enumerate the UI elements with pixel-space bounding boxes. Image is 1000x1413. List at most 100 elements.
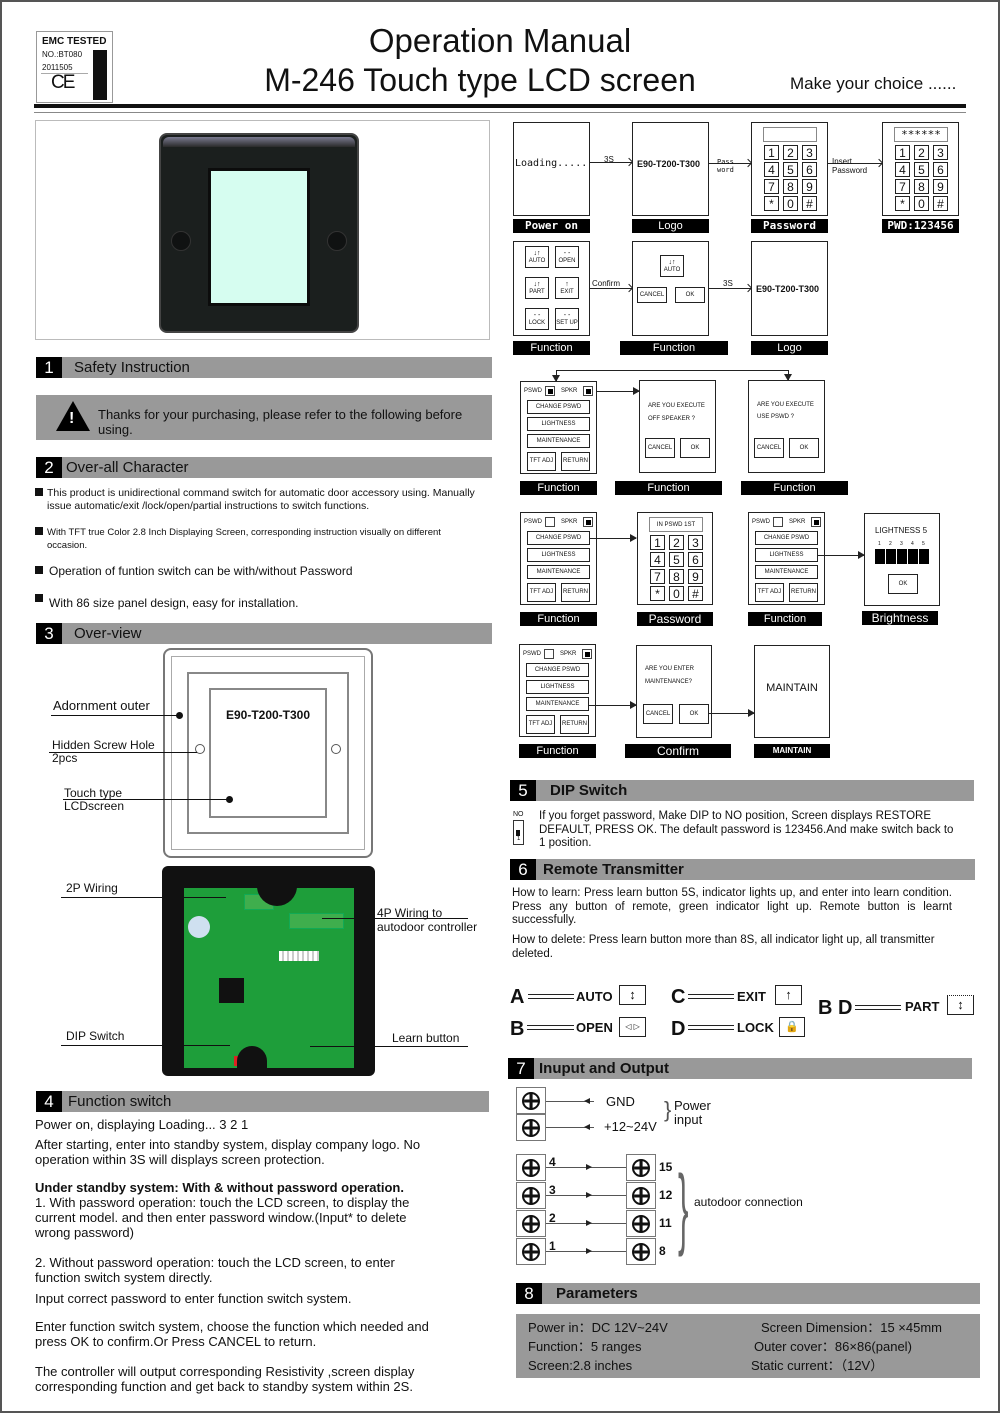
level-segment[interactable] xyxy=(897,549,908,564)
arrow-label: 3S xyxy=(604,155,614,164)
part-button[interactable]: ↓↑ PART xyxy=(525,277,549,299)
keypad-key[interactable]: 3 xyxy=(802,145,817,160)
lightness-slider[interactable]: 1 2 3 4 5 xyxy=(875,541,930,565)
ok-button[interactable]: OK xyxy=(679,704,709,724)
password-prompt[interactable]: IN PSWD 1ST xyxy=(649,517,703,532)
section-number: 6 xyxy=(510,859,536,880)
return-button[interactable]: RETURN xyxy=(560,715,589,734)
keypad-key[interactable]: 9 xyxy=(688,569,703,584)
password-field[interactable] xyxy=(763,127,817,142)
keypad-key[interactable]: * xyxy=(895,196,910,211)
keypad-key[interactable]: 1 xyxy=(650,535,665,550)
keypad-key[interactable]: 7 xyxy=(895,179,910,194)
spkr-label: SPKR xyxy=(561,388,578,394)
level-segment[interactable] xyxy=(919,549,930,564)
tft-adj-button[interactable]: TFT ADJ xyxy=(527,583,556,602)
keypad-key[interactable]: 1 xyxy=(895,145,910,160)
return-button[interactable]: RETURN xyxy=(561,452,590,471)
change-pswd-button[interactable]: CHANGE PSWD xyxy=(527,531,590,545)
keypad-key[interactable]: 3 xyxy=(688,535,703,550)
exit-button[interactable]: ↑ EXIT xyxy=(555,277,579,299)
lock-button[interactable]: - - LOCK xyxy=(525,308,549,330)
keypad-key[interactable]: 2 xyxy=(914,145,929,160)
ok-button[interactable]: OK xyxy=(888,574,918,594)
ok-button[interactable]: OK xyxy=(789,438,819,458)
keypad-key[interactable]: 7 xyxy=(650,569,665,584)
pswd-checkbox[interactable] xyxy=(545,386,555,396)
ok-button[interactable]: OK xyxy=(675,287,705,303)
tft-adj-button[interactable]: TFT ADJ xyxy=(527,452,556,471)
keypad-key[interactable]: 4 xyxy=(764,162,779,177)
keypad-key[interactable]: 9 xyxy=(933,179,948,194)
change-pswd-button[interactable]: CHANGE PSWD xyxy=(526,663,589,677)
cancel-button[interactable]: CANCEL xyxy=(645,438,675,458)
tft-adj-button[interactable]: TFT ADJ xyxy=(526,715,555,734)
paragraph: The controller will output corresponding… xyxy=(35,1364,415,1394)
cancel-button[interactable]: CANCEL xyxy=(643,704,673,724)
level-segment[interactable] xyxy=(908,549,919,564)
level-segment[interactable] xyxy=(886,549,897,564)
lightness-button[interactable]: LIGHTNESS xyxy=(755,548,818,562)
lightness-button[interactable]: LIGHTNESS xyxy=(527,417,590,431)
terminal-screw-icon xyxy=(626,1179,656,1213)
maintenance-button[interactable]: MAINTENANCE xyxy=(527,565,590,579)
tft-adj-button[interactable]: TFT ADJ xyxy=(755,583,784,602)
lightness-button[interactable]: LIGHTNESS xyxy=(527,548,590,562)
change-pswd-button[interactable]: CHANGE PSWD xyxy=(755,531,818,545)
keypad-key[interactable]: 7 xyxy=(764,179,779,194)
keypad-key[interactable]: # xyxy=(933,196,948,211)
maintenance-button[interactable]: MAINTENANCE xyxy=(526,697,589,711)
ok-button[interactable]: OK xyxy=(680,438,710,458)
keypad-key[interactable]: 5 xyxy=(669,552,684,567)
terminal-screw-icon xyxy=(516,1179,546,1213)
cancel-button[interactable]: CANCEL xyxy=(637,287,667,303)
setup-button[interactable]: - - SET UP xyxy=(555,308,579,330)
keypad-key[interactable]: 0 xyxy=(914,196,929,211)
keypad-key[interactable]: 2 xyxy=(783,145,798,160)
return-button[interactable]: RETURN xyxy=(789,583,818,602)
password-field[interactable]: ****** xyxy=(894,127,948,142)
callout-4p-wiring-2: autodoor controller xyxy=(377,920,478,934)
keypad-key[interactable]: 5 xyxy=(914,162,929,177)
callout-line xyxy=(310,1046,468,1047)
keypad-key[interactable]: 0 xyxy=(783,196,798,211)
callout-line xyxy=(61,1045,230,1046)
spkr-checkbox[interactable] xyxy=(811,517,821,527)
change-pswd-button[interactable]: CHANGE PSWD xyxy=(527,400,590,414)
keypad-key[interactable]: 8 xyxy=(783,179,798,194)
keypad-key[interactable]: 2 xyxy=(669,535,684,550)
keypad-key[interactable]: * xyxy=(764,196,779,211)
brace-icon: } xyxy=(664,1097,672,1122)
keypad-key[interactable]: 5 xyxy=(783,162,798,177)
level-segment[interactable] xyxy=(875,549,886,564)
return-button[interactable]: RETURN xyxy=(561,583,590,602)
keypad-key[interactable]: 4 xyxy=(895,162,910,177)
keypad-key[interactable]: 8 xyxy=(669,569,684,584)
keypad-key[interactable]: 6 xyxy=(802,162,817,177)
spkr-checkbox[interactable] xyxy=(583,386,593,396)
terminal-number: 1 xyxy=(549,1239,556,1253)
keypad-key[interactable]: 4 xyxy=(650,552,665,567)
lightness-button[interactable]: LIGHTNESS xyxy=(526,680,589,694)
keypad-key[interactable]: 0 xyxy=(669,586,684,601)
auto-button[interactable]: ↓↑ AUTO xyxy=(660,255,684,277)
cancel-button[interactable]: CANCEL xyxy=(754,438,784,458)
spkr-checkbox[interactable] xyxy=(583,517,593,527)
keypad-key[interactable]: 9 xyxy=(802,179,817,194)
maintenance-button[interactable]: MAINTENANCE xyxy=(527,434,590,448)
keypad-key[interactable]: 8 xyxy=(914,179,929,194)
keypad-key[interactable]: # xyxy=(688,586,703,601)
pswd-checkbox[interactable] xyxy=(545,517,555,527)
auto-button[interactable]: ↓↑ AUTO xyxy=(525,246,549,268)
keypad-key[interactable]: 1 xyxy=(764,145,779,160)
maintenance-button[interactable]: MAINTENANCE xyxy=(755,565,818,579)
open-button[interactable]: - - OPEN xyxy=(555,246,579,268)
keypad-key[interactable]: 3 xyxy=(933,145,948,160)
keypad-key[interactable]: # xyxy=(802,196,817,211)
keypad-key[interactable]: 6 xyxy=(933,162,948,177)
spkr-checkbox[interactable] xyxy=(582,649,592,659)
keypad-key[interactable]: * xyxy=(650,586,665,601)
keypad-key[interactable]: 6 xyxy=(688,552,703,567)
pswd-checkbox[interactable] xyxy=(544,649,554,659)
pswd-checkbox[interactable] xyxy=(773,517,783,527)
